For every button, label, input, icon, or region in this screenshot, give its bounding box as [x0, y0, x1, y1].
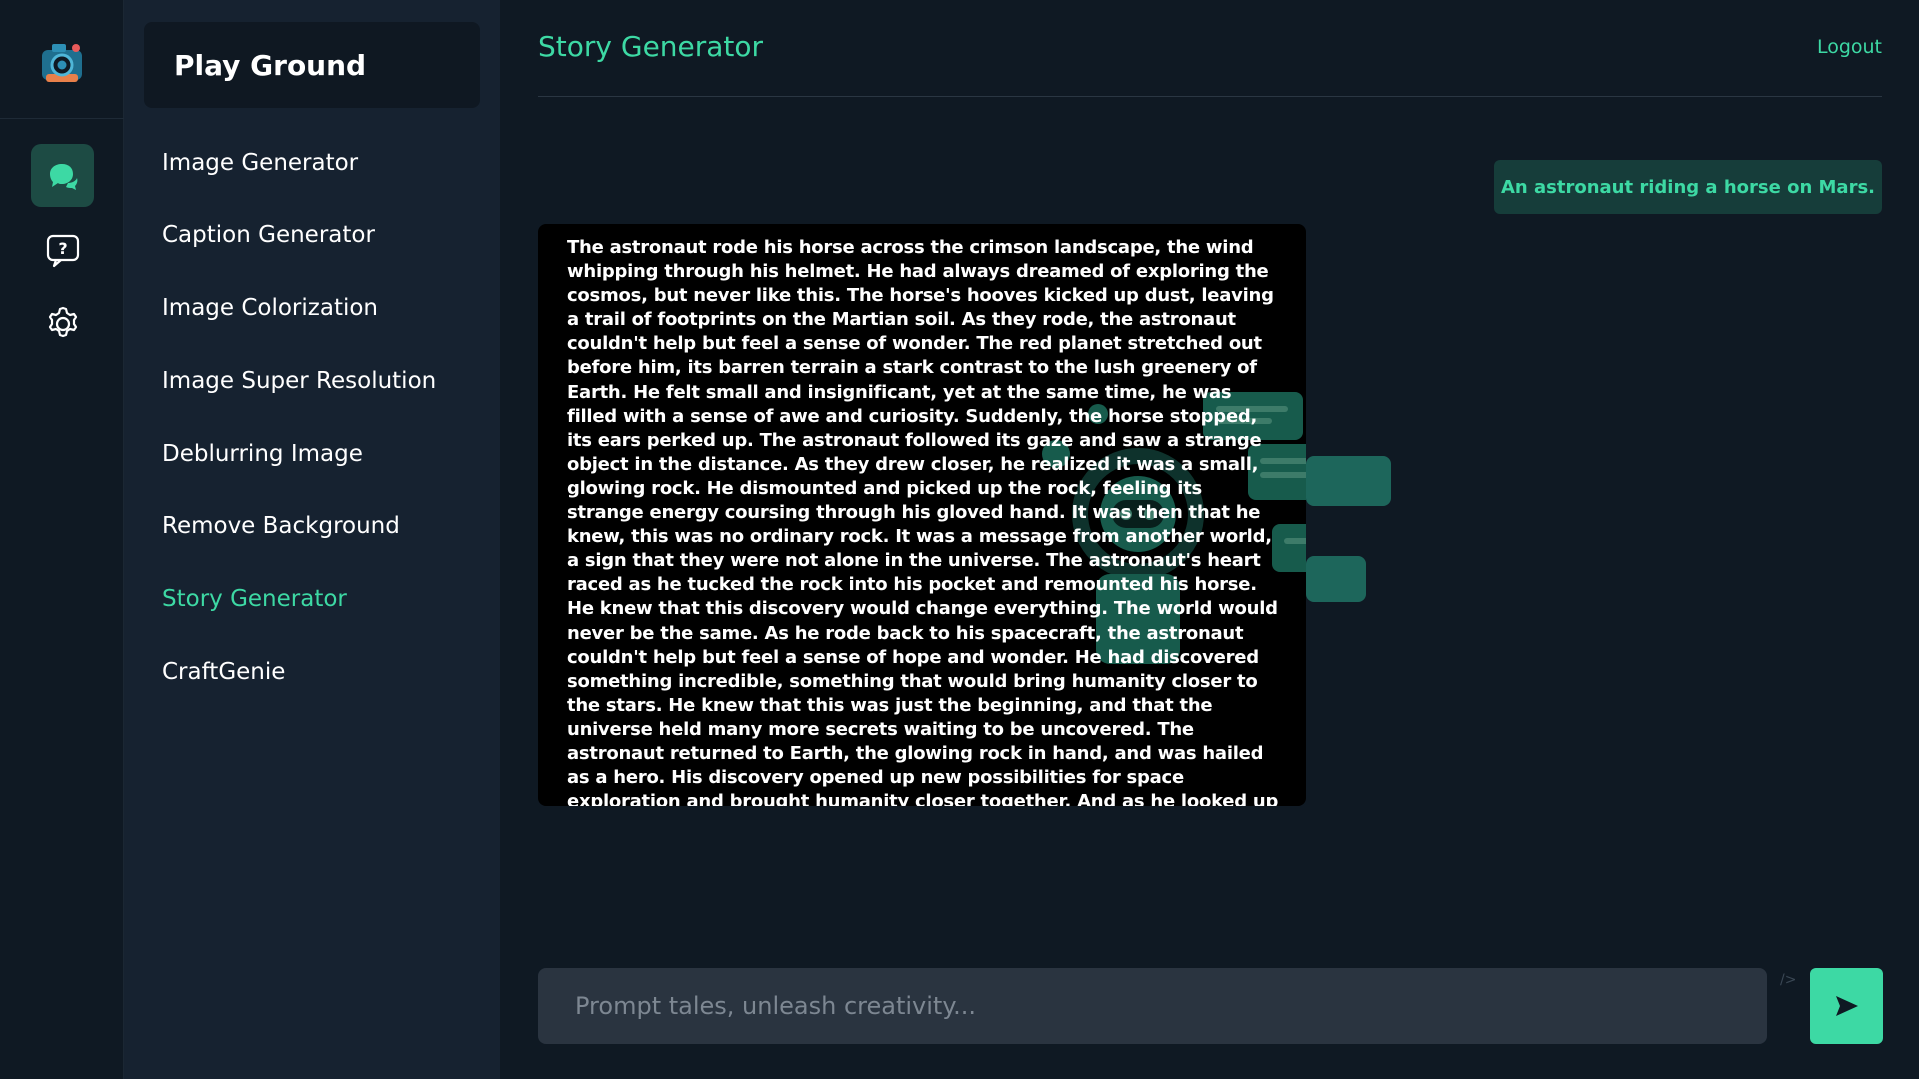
playground-header: Play Ground	[144, 22, 480, 108]
nav-item-story-generator[interactable]: Story Generator	[162, 583, 347, 615]
nav-item-image-colorization[interactable]: Image Colorization	[162, 292, 378, 324]
story-response-card: The astronaut rode his horse across the …	[538, 224, 1306, 806]
header-divider	[538, 96, 1882, 97]
settings-gear-icon	[48, 306, 77, 337]
nav-item-image-super-resolution[interactable]: Image Super Resolution	[162, 365, 436, 397]
svg-text:?: ?	[58, 239, 67, 258]
logout-link[interactable]: Logout	[1817, 36, 1882, 58]
help-question-icon: ?	[46, 234, 79, 267]
chat-bubbles-icon	[49, 163, 77, 190]
rail-divider	[0, 118, 124, 119]
rail-item-help[interactable]: ?	[31, 218, 94, 281]
decorative-bubbles-icon	[1306, 456, 1391, 602]
rail-item-settings[interactable]	[31, 292, 94, 355]
user-prompt-bubble: An astronaut riding a horse on Mars.	[1494, 160, 1882, 214]
prompt-input[interactable]	[538, 968, 1767, 1044]
nav-item-remove-background[interactable]: Remove Background	[162, 510, 400, 542]
user-prompt-text: An astronaut riding a horse on Mars.	[1500, 176, 1876, 198]
nav-item-craftgenie[interactable]: CraftGenie	[162, 656, 285, 688]
send-button[interactable]	[1810, 968, 1883, 1044]
story-text: The astronaut rode his horse across the …	[567, 237, 1279, 806]
nav-item-deblurring-image[interactable]: Deblurring Image	[162, 438, 363, 470]
main-content: Story Generator Logout An astronaut ridi…	[500, 0, 1919, 1079]
slash-hint: />	[1780, 972, 1797, 988]
icon-rail: ?	[0, 0, 124, 1079]
nav-item-caption-generator[interactable]: Caption Generator	[162, 219, 375, 251]
nav-item-image-generator[interactable]: Image Generator	[162, 147, 358, 179]
tools-nav: Play Ground Image Generator Caption Gene…	[124, 0, 500, 1079]
rail-item-chat[interactable]	[31, 144, 94, 207]
page-title: Story Generator	[538, 30, 764, 63]
camera-logo-icon[interactable]	[38, 38, 86, 86]
send-arrow-icon	[1835, 996, 1858, 1016]
